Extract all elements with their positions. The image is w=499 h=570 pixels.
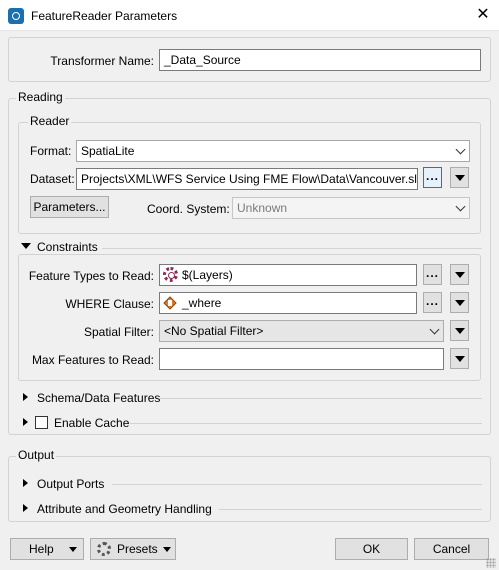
chevron-down-icon — [455, 201, 466, 212]
dataset-label: Dataset: — [30, 172, 75, 186]
reader-legend: Reader — [28, 114, 72, 128]
max-features-label: Max Features to Read: — [31, 353, 154, 367]
spatial-filter-menu-button[interactable] — [450, 320, 469, 341]
fme-app-icon — [8, 8, 24, 24]
cache-divider — [130, 423, 482, 424]
format-select[interactable]: SpatiaLite — [76, 140, 470, 162]
dataset-input[interactable]: Projects\XML\WFS Service Using FME Flow\… — [76, 168, 418, 190]
schema-expand-icon[interactable] — [23, 393, 28, 401]
resize-grip-icon[interactable] — [486, 558, 496, 568]
format-label: Format: — [30, 144, 72, 158]
transformer-name-label: Transformer Name: — [50, 54, 154, 68]
spatial-filter-select[interactable]: <No Spatial Filter> — [159, 320, 444, 342]
reading-legend: Reading — [16, 90, 65, 104]
presets-button-label: Presets — [117, 542, 158, 556]
where-clause-input[interactable]: _where — [159, 292, 417, 314]
max-features-menu-button[interactable] — [450, 348, 469, 369]
user-parameter-icon — [163, 296, 177, 310]
where-clause-menu-button[interactable] — [450, 292, 469, 313]
attribute-geometry-expand-icon[interactable] — [23, 504, 28, 512]
feature-types-value: $(Layers) — [182, 268, 233, 282]
enable-cache-label[interactable]: Enable Cache — [54, 416, 129, 430]
output-ports-label[interactable]: Output Ports — [37, 477, 104, 491]
transformer-name-input[interactable]: _Data_Source — [159, 49, 481, 71]
format-value: SpatiaLite — [81, 144, 135, 158]
feature-types-menu-button[interactable] — [450, 264, 469, 285]
schema-data-features-label[interactable]: Schema/Data Features — [37, 391, 160, 405]
help-dropdown-arrow-icon — [69, 547, 77, 552]
dataset-menu-button[interactable] — [450, 167, 469, 188]
cancel-button[interactable]: Cancel — [414, 538, 489, 560]
presets-dropdown-arrow-icon — [163, 547, 171, 552]
where-clause-browse-button[interactable] — [423, 292, 442, 313]
spatial-filter-label: Spatial Filter: — [83, 325, 154, 339]
feature-types-browse-button[interactable] — [423, 264, 442, 285]
coord-system-select[interactable]: Unknown — [232, 197, 470, 219]
constraints-expand-icon[interactable] — [21, 243, 31, 249]
max-features-input[interactable] — [159, 348, 444, 370]
help-button-label: Help — [29, 542, 54, 556]
where-clause-label: WHERE Clause: — [65, 297, 154, 311]
spatial-filter-value: <No Spatial Filter> — [164, 324, 264, 338]
ok-button[interactable]: OK — [335, 538, 408, 560]
chevron-down-icon — [455, 144, 466, 155]
parameters-button[interactable]: Parameters... — [30, 196, 109, 218]
where-clause-value: _where — [182, 296, 222, 310]
gear-icon — [97, 542, 111, 556]
close-button[interactable]: ✕ — [473, 5, 493, 25]
constraints-label[interactable]: Constraints — [37, 240, 98, 254]
cache-expand-icon[interactable] — [23, 418, 28, 426]
coord-system-value: Unknown — [237, 201, 288, 215]
published-parameter-icon — [163, 267, 178, 282]
output-ports-divider — [112, 484, 482, 485]
output-ports-expand-icon[interactable] — [23, 479, 28, 487]
attribute-geometry-label[interactable]: Attribute and Geometry Handling — [37, 502, 212, 516]
output-legend: Output — [16, 448, 57, 462]
constraints-divider — [102, 248, 482, 249]
attribute-geometry-divider — [219, 509, 482, 510]
window-title: FeatureReader Parameters — [31, 9, 178, 23]
feature-types-input[interactable]: $(Layers) — [159, 264, 417, 286]
coord-system-label: Coord. System: — [147, 202, 230, 216]
enable-cache-checkbox[interactable] — [35, 416, 48, 429]
schema-divider — [160, 398, 482, 399]
dataset-browse-button[interactable] — [423, 167, 442, 188]
feature-types-label: Feature Types to Read: — [28, 269, 154, 283]
chevron-down-icon — [429, 324, 440, 335]
help-button[interactable]: Help — [10, 538, 84, 560]
presets-button[interactable]: Presets — [90, 538, 176, 560]
